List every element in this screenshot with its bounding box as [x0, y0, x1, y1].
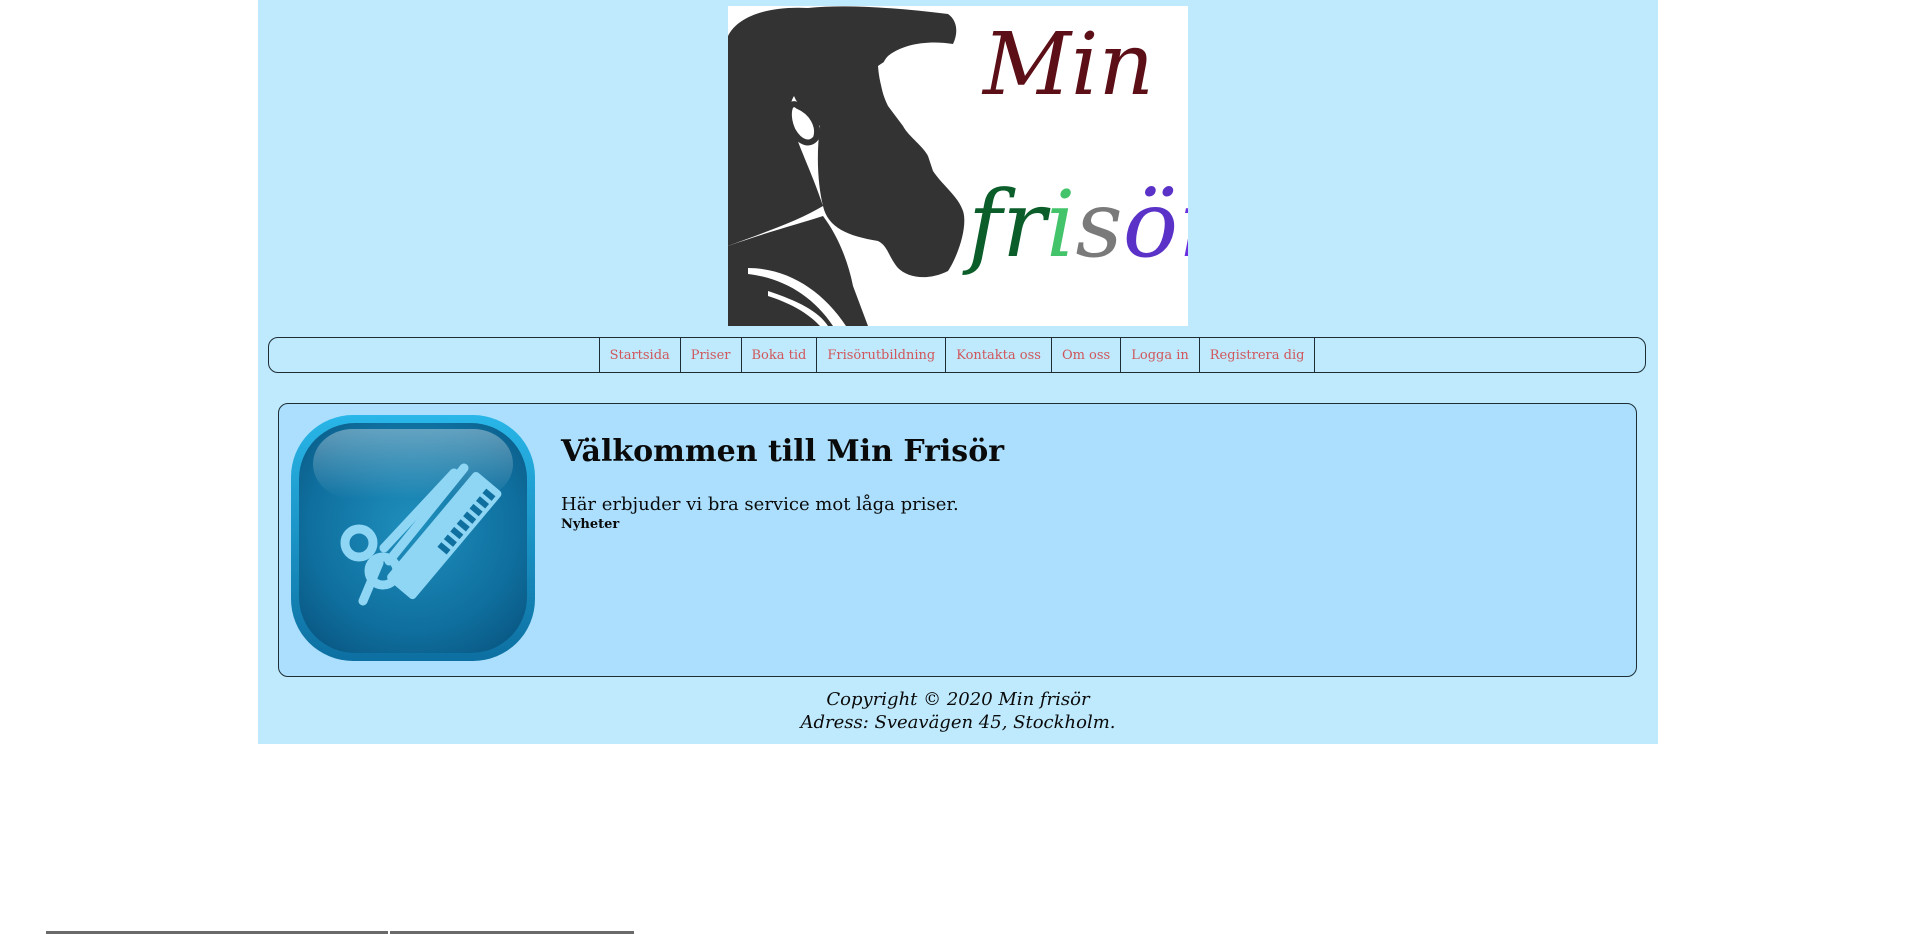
address-text: Adress: Sveavägen 45, Stockholm.	[800, 712, 1116, 733]
main-navigation: Startsida Priser Boka tid Frisörutbildni…	[268, 337, 1646, 373]
site-logo: Min frisör	[728, 6, 1188, 326]
logo-word-frisor: frisör	[962, 171, 1188, 278]
logo-word-min: Min	[981, 15, 1154, 115]
nav-item-priser[interactable]: Priser	[679, 338, 741, 372]
news-heading: Nyheter	[561, 517, 620, 532]
page-container: Min frisör Startsida Priser Boka tid Fri…	[258, 0, 1658, 744]
scissors-comb-icon	[289, 413, 537, 663]
nav-item-logga-in[interactable]: Logga in	[1120, 338, 1199, 372]
nav-list: Startsida Priser Boka tid Frisörutbildni…	[269, 338, 1645, 372]
nav-item-frisorutbildning[interactable]: Frisörutbildning	[816, 338, 945, 372]
intro-text: Här erbjuder vi bra service mot låga pri…	[561, 494, 959, 515]
page-title: Välkommen till Min Frisör	[561, 434, 1005, 469]
nav-item-registrera-dig[interactable]: Registrera dig	[1198, 338, 1316, 372]
bearded-man-profile-logo: Min frisör	[728, 6, 1188, 326]
nav-item-kontakta-oss[interactable]: Kontakta oss	[945, 338, 1051, 372]
nav-item-boka-tid[interactable]: Boka tid	[740, 338, 817, 372]
site-footer: Copyright © 2020 Min frisör Adress: Svea…	[258, 688, 1658, 734]
nav-item-startsida[interactable]: Startsida	[598, 338, 680, 372]
welcome-panel: Välkommen till Min Frisör Här erbjuder v…	[278, 403, 1637, 677]
copyright-text: Copyright © 2020 Min frisör	[826, 689, 1090, 710]
nav-item-om-oss[interactable]: Om oss	[1050, 338, 1120, 372]
